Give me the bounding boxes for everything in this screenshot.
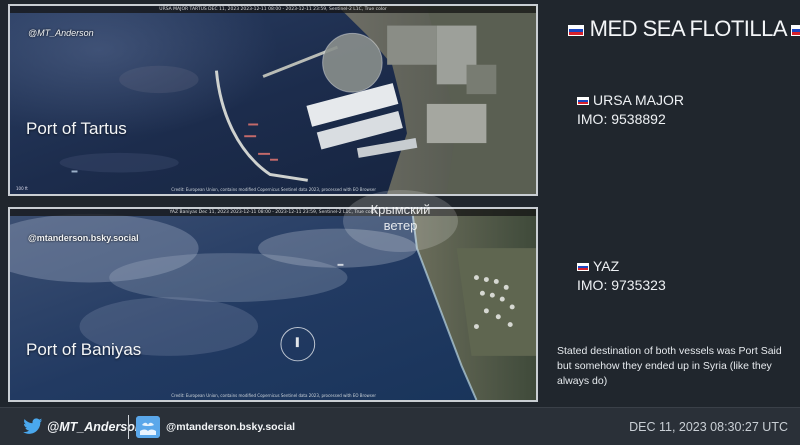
footer-timestamp: DEC 11, 2023 08:30:27 UTC: [629, 420, 788, 434]
twitter-bird-icon[interactable]: [23, 418, 43, 435]
vessel-info-yaz: YAZ IMO: 9735323: [577, 257, 666, 295]
tartus-image-credit: Credit: European Union, contains modifie…: [171, 187, 376, 192]
vessel-info-ursa-major: URSA MAJOR IMO: 9538892: [577, 91, 684, 129]
vessel-name: URSA MAJOR: [593, 92, 685, 108]
baniyas-author-handle: @mtanderson.bsky.social: [28, 233, 139, 243]
footer-bluesky-handle[interactable]: @mtanderson.bsky.social: [166, 421, 295, 433]
infographic-frame: URSA MAJOR TARTUS DEC 11, 2023 2023-12-1…: [0, 0, 800, 445]
vessel-name: YAZ: [593, 258, 620, 274]
tartus-satellite-panel: URSA MAJOR TARTUS DEC 11, 2023 2023-12-1…: [8, 4, 538, 196]
russia-flag-icon: [568, 24, 584, 36]
krymsky-veter-watermark: Крымский ветер: [343, 190, 458, 252]
russia-flag-icon: [577, 262, 589, 271]
footer-bar: @MT_Anderson @mtanderson.bsky.social DEC…: [0, 407, 800, 445]
tartus-scale-label: 100 ft: [16, 186, 28, 191]
tartus-port-label: Port of Tartus: [26, 119, 127, 138]
watermark-line-2: ветер: [383, 218, 418, 233]
russia-flag-icon: [791, 24, 800, 36]
page-title: MED SEA FLOTILLA: [568, 16, 800, 42]
tartus-image-metadata-strip: URSA MAJOR TARTUS DEC 11, 2023 2023-12-1…: [10, 6, 536, 13]
destination-note: Stated destination of both vessels was P…: [557, 345, 782, 387]
baniyas-image-credit: Credit: European Union, contains modifie…: [171, 393, 376, 398]
baniyas-satellite-panel: YAZ Baniyas Dec 11, 2023 2023-12-11 08:0…: [8, 207, 538, 402]
russia-flag-icon: [577, 96, 589, 105]
vessel-imo: IMO: 9538892: [577, 111, 666, 127]
tartus-author-handle: @MT_Anderson: [28, 28, 94, 38]
watermark-line-1: Крымский: [370, 202, 431, 217]
bluesky-icon[interactable]: [136, 416, 160, 438]
vessel-name-row: YAZ: [577, 257, 666, 276]
page-title-text: MED SEA FLOTILLA: [589, 16, 787, 41]
vessel-name-row: URSA MAJOR: [577, 91, 684, 110]
baniyas-port-label: Port of Baniyas: [26, 340, 142, 359]
footer-divider: [128, 415, 129, 439]
vessel-imo: IMO: 9735323: [577, 277, 666, 293]
